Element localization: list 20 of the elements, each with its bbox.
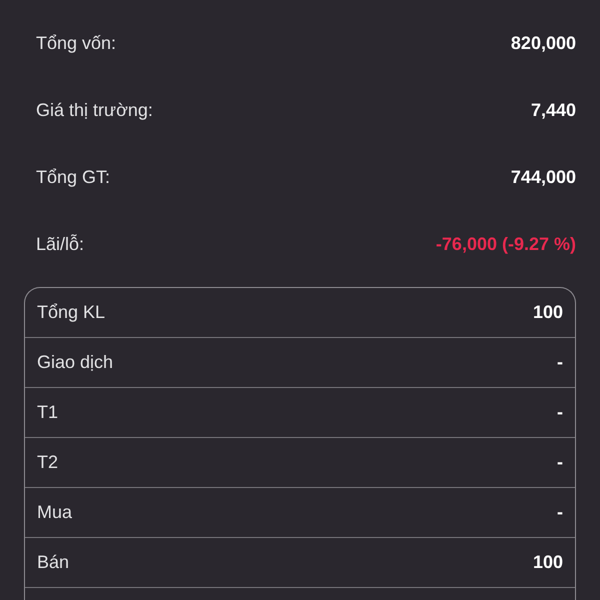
table-label: Bán bbox=[37, 552, 70, 573]
table-value: 100 bbox=[532, 552, 563, 573]
table-label: T1 bbox=[37, 402, 58, 423]
table-label: T2 bbox=[37, 452, 58, 473]
table-value: - bbox=[557, 402, 563, 423]
summary-label: Giá thị trường: bbox=[36, 100, 153, 121]
summary-value: 7,440 bbox=[530, 100, 576, 121]
summary-value: -76,000 (-9.27 %) bbox=[436, 234, 576, 255]
summary-label: Tổng GT: bbox=[36, 167, 110, 188]
table-label: Mua bbox=[37, 502, 72, 523]
table-label: Giao dịch bbox=[37, 352, 114, 373]
summary-label: Tổng vốn: bbox=[36, 33, 116, 54]
summary-value: 820,000 bbox=[510, 33, 576, 54]
table-value: 100 bbox=[532, 302, 563, 323]
table-label: Tổng KL bbox=[37, 302, 106, 323]
summary-label: Lãi/lỗ: bbox=[36, 234, 84, 255]
summary-value: 744,000 bbox=[510, 167, 576, 188]
table-value: - bbox=[557, 352, 563, 373]
table-value: - bbox=[557, 452, 563, 473]
table-value: - bbox=[557, 502, 563, 523]
